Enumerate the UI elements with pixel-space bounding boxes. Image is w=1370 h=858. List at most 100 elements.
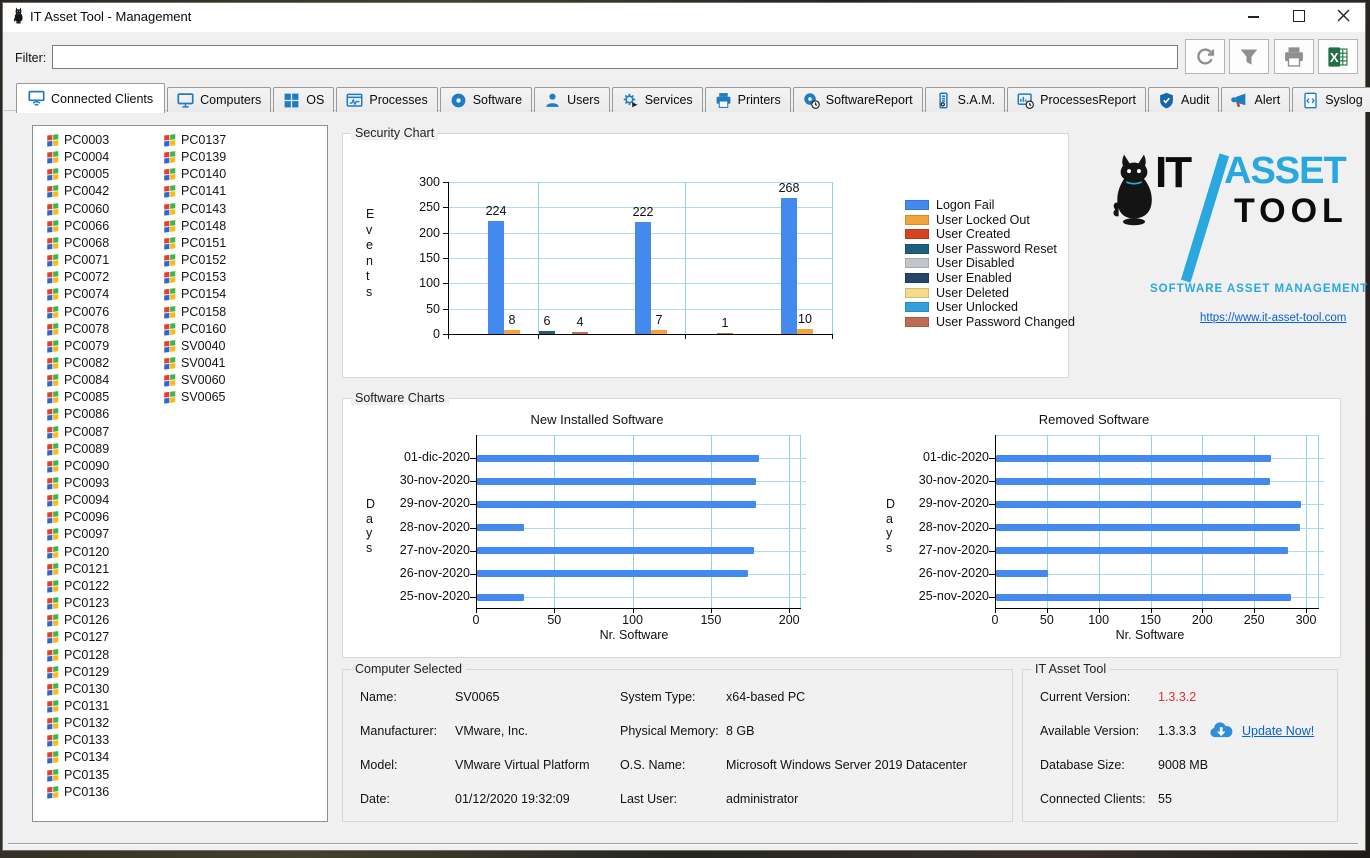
client-list-item[interactable]: PC0087	[46, 424, 109, 440]
tab-processesreport[interactable]: ProcessesReport	[1007, 87, 1146, 112]
client-list-item[interactable]: PC0060	[46, 201, 109, 217]
security-bar	[797, 329, 813, 334]
client-list-item[interactable]: PC0004	[46, 149, 109, 165]
tab-connected-clients[interactable]: Connected Clients	[16, 83, 165, 113]
tab-syslog[interactable]: Syslog	[1292, 87, 1370, 112]
client-list-item[interactable]: PC0097	[46, 526, 109, 542]
client-list-item[interactable]: PC0085	[46, 389, 109, 405]
client-list-item[interactable]: PC0132	[46, 715, 109, 731]
tab-computers[interactable]: Computers	[167, 87, 271, 112]
client-list-item[interactable]: PC0068	[46, 235, 109, 251]
update-now-link[interactable]: Update Now!	[1242, 724, 1314, 738]
client-list-item[interactable]: PC0128	[46, 647, 109, 663]
client-list-item[interactable]: PC0127	[46, 629, 109, 645]
security-ylabel-letter: t	[366, 269, 369, 283]
tab-s-a-m[interactable]: S.A.M.	[925, 87, 1006, 112]
client-list-item[interactable]: PC0137	[163, 132, 226, 148]
website-link[interactable]: https://www.it-asset-tool.com	[1200, 312, 1346, 324]
client-list-item[interactable]: PC0139	[163, 149, 226, 165]
maximize-button[interactable]	[1288, 6, 1310, 26]
client-name: SV0041	[181, 356, 225, 370]
tab-users[interactable]: Users	[534, 87, 610, 112]
client-list-item[interactable]: PC0090	[46, 458, 109, 474]
client-list-item[interactable]: PC0143	[163, 201, 226, 217]
windows-flag-icon	[46, 733, 60, 747]
client-list-item[interactable]: PC0072	[46, 269, 109, 285]
hchart-bar	[996, 594, 1291, 601]
legend-label: User Unlocked	[936, 300, 1018, 314]
client-list-item[interactable]: PC0135	[46, 767, 109, 783]
client-list-item[interactable]: PC0130	[46, 681, 109, 697]
client-list-item[interactable]: PC0093	[46, 475, 109, 491]
client-list-item[interactable]: PC0121	[46, 561, 109, 577]
windows-flag-icon	[163, 253, 177, 267]
client-list-item[interactable]: PC0154	[163, 286, 226, 302]
cloud-download-icon[interactable]	[1208, 720, 1234, 740]
client-list-item[interactable]: PC0120	[46, 544, 109, 560]
hchart-category-label: 25-nov-2020	[375, 589, 470, 603]
client-list-item[interactable]: PC0003	[46, 132, 109, 148]
client-list-item[interactable]: PC0129	[46, 664, 109, 680]
client-list-item[interactable]: SV0065	[163, 389, 225, 405]
tab-printers[interactable]: Printers	[705, 87, 791, 112]
client-list-item[interactable]: PC0096	[46, 509, 109, 525]
client-list-item[interactable]: PC0086	[46, 406, 109, 422]
client-list-item[interactable]: PC0042	[46, 183, 109, 199]
client-list-item[interactable]: PC0089	[46, 441, 109, 457]
windows-flag-icon	[163, 236, 177, 250]
client-list-item[interactable]: PC0134	[46, 749, 109, 765]
client-list-item[interactable]: SV0041	[163, 355, 225, 371]
client-list-item[interactable]: PC0078	[46, 321, 109, 337]
security-gridline-v	[685, 182, 686, 334]
client-list-item[interactable]: PC0160	[163, 321, 226, 337]
tab-alert[interactable]: Alert	[1221, 87, 1290, 112]
client-list-item[interactable]: PC0140	[163, 166, 226, 182]
legend-swatch	[905, 273, 929, 283]
minimize-button[interactable]	[1243, 6, 1265, 26]
client-list-item[interactable]: PC0071	[46, 252, 109, 268]
client-list-item[interactable]: PC0005	[46, 166, 109, 182]
client-list-item[interactable]: PC0082	[46, 355, 109, 371]
client-list-item[interactable]: PC0133	[46, 732, 109, 748]
info-value: 55	[1158, 792, 1172, 806]
tab-os[interactable]: OS	[273, 87, 334, 112]
hchart-bar	[477, 478, 756, 485]
client-list-item[interactable]: PC0076	[46, 304, 109, 320]
tab-services[interactable]: Services	[612, 87, 703, 112]
client-list-item[interactable]: PC0094	[46, 492, 109, 508]
tab-software[interactable]: Software	[440, 87, 532, 112]
client-list-item[interactable]: SV0040	[163, 338, 225, 354]
windows-flag-icon	[46, 545, 60, 559]
close-button[interactable]	[1333, 6, 1355, 26]
tab-softwarereport[interactable]: SoftwareReport	[793, 87, 923, 112]
tab-audit[interactable]: Audit	[1148, 87, 1220, 112]
tab-processes[interactable]: Processes	[336, 87, 437, 112]
client-list-item[interactable]: PC0066	[46, 218, 109, 234]
filter-input[interactable]	[52, 45, 1178, 69]
client-list-item[interactable]: PC0126	[46, 612, 109, 628]
processes-icon	[346, 92, 363, 109]
security-ytick-label: 200	[408, 226, 440, 240]
filter-button[interactable]	[1229, 39, 1269, 74]
tab-label: ProcessesReport	[1040, 93, 1136, 107]
export-excel-button[interactable]: X	[1318, 39, 1358, 74]
client-list-item[interactable]: PC0074	[46, 286, 109, 302]
hchart-category-label: 26-nov-2020	[375, 566, 470, 580]
refresh-button[interactable]	[1185, 39, 1225, 74]
client-list-item[interactable]: PC0141	[163, 183, 226, 199]
client-list-item[interactable]: PC0136	[46, 784, 109, 800]
client-list-item[interactable]: PC0131	[46, 698, 109, 714]
hchart-row-gridline	[476, 528, 806, 529]
windows-flag-icon	[46, 665, 60, 679]
client-list-item[interactable]: PC0079	[46, 338, 109, 354]
client-list-item[interactable]: PC0084	[46, 372, 109, 388]
client-list-item[interactable]: PC0158	[163, 304, 226, 320]
client-list-item[interactable]: PC0123	[46, 595, 109, 611]
client-list-item[interactable]: PC0153	[163, 269, 226, 285]
client-list-item[interactable]: PC0152	[163, 252, 226, 268]
client-list-item[interactable]: SV0060	[163, 372, 225, 388]
print-button[interactable]	[1274, 39, 1314, 74]
client-list-item[interactable]: PC0151	[163, 235, 226, 251]
client-list-item[interactable]: PC0122	[46, 578, 109, 594]
client-list-item[interactable]: PC0148	[163, 218, 226, 234]
